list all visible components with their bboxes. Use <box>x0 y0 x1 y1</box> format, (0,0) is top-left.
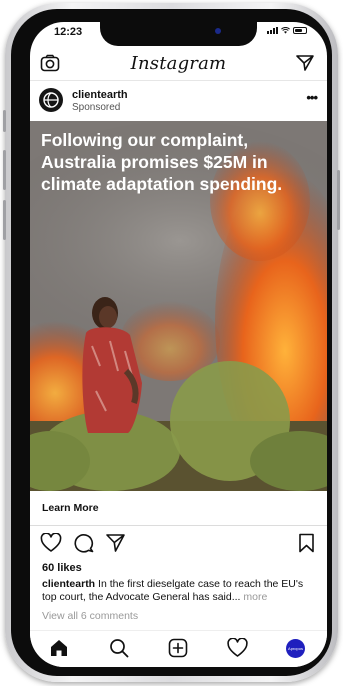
volume-down-button <box>3 200 6 240</box>
power-button <box>337 170 340 230</box>
app-header: Instagram <box>30 46 327 81</box>
home-icon[interactable] <box>49 638 69 663</box>
caption-more-link[interactable]: more <box>243 591 267 603</box>
avatar[interactable] <box>39 88 63 112</box>
profile-avatar[interactable]: Apropos <box>286 639 305 658</box>
heart-icon[interactable] <box>40 532 62 558</box>
signal-icon <box>267 27 278 34</box>
view-comments-link[interactable]: View all 6 comments <box>42 610 138 622</box>
comment-icon[interactable] <box>73 533 94 558</box>
phone-screen: 12:23 Instagram clientearth Sponsored ••… <box>30 22 327 667</box>
post-caption: clientearth In the first dieselgate case… <box>42 578 318 604</box>
mute-switch <box>3 110 6 132</box>
learn-more-button[interactable]: Learn More <box>42 502 99 514</box>
more-options-icon[interactable]: ••• <box>306 90 318 105</box>
instagram-logo: Instagram <box>130 52 227 74</box>
post-headline: Following our complaint, Australia promi… <box>41 130 283 194</box>
likes-count[interactable]: 60 likes <box>42 562 82 574</box>
post-username[interactable]: clientearth <box>72 89 128 101</box>
activity-heart-icon[interactable] <box>227 637 248 663</box>
status-icons <box>267 27 307 34</box>
status-time: 12:23 <box>54 26 83 38</box>
send-icon[interactable] <box>295 54 315 77</box>
search-icon[interactable] <box>109 638 129 663</box>
camera-icon[interactable] <box>40 54 60 77</box>
post-actions <box>30 529 327 559</box>
globe-icon <box>43 92 59 108</box>
sponsored-label: Sponsored <box>72 102 121 113</box>
battery-icon <box>293 27 307 34</box>
post-header: clientearth Sponsored ••• <box>30 82 327 122</box>
post-image[interactable]: Following our complaint, Australia promi… <box>30 121 327 491</box>
add-icon[interactable] <box>168 638 188 663</box>
wifi-icon <box>281 27 290 34</box>
cta-row[interactable]: Learn More <box>30 491 327 526</box>
caption-username[interactable]: clientearth <box>42 578 95 590</box>
notch <box>100 22 257 46</box>
share-icon[interactable] <box>105 533 126 558</box>
front-camera <box>215 28 221 34</box>
bookmark-icon[interactable] <box>298 533 315 558</box>
bottom-tab-bar: Apropos <box>30 630 327 667</box>
volume-up-button <box>3 150 6 190</box>
